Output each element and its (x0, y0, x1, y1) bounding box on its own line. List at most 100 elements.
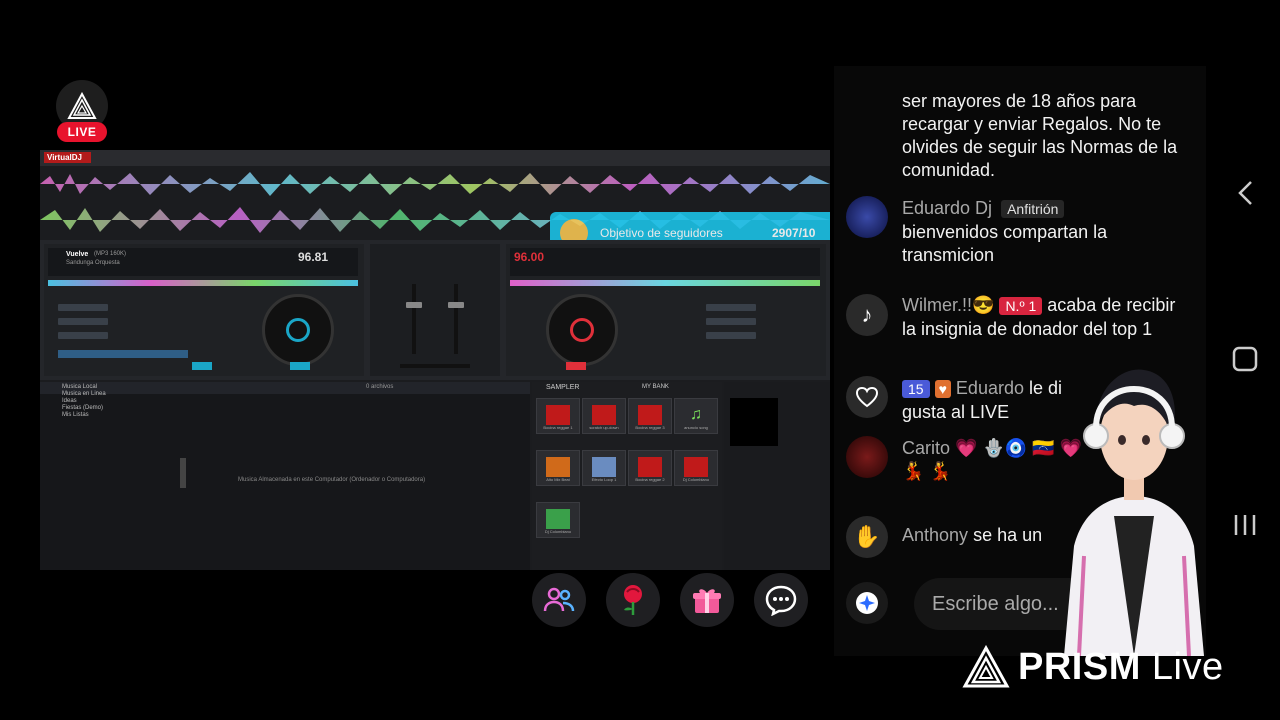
dj-app-window: VirtualDJ Objetivo de seguidores 2907/10… (40, 150, 830, 570)
avatar[interactable] (846, 436, 888, 478)
tree-item[interactable]: Fiestas (Demo) (62, 405, 106, 412)
deck-left-artist: Sandunga Orquesta (66, 260, 120, 266)
chat-message: Wilmer.!!😎 N.º 1 acaba de recibir la ins… (902, 294, 1192, 341)
sampler-pad[interactable]: Dj Colombiano (536, 502, 580, 538)
deck-left-play-button[interactable] (290, 362, 310, 370)
chat-message-text: gusta al LIVE (902, 402, 1010, 422)
channel-fader-right[interactable] (454, 284, 458, 354)
gift-icon (693, 589, 721, 613)
system-notice: ser mayores de 18 años para recargar y e… (902, 91, 1178, 180)
deck-left-control[interactable] (58, 332, 108, 339)
chat-username[interactable]: Carito (902, 438, 950, 458)
level-badge: 15 (902, 380, 930, 398)
deck-left-info: Vuelve (MP3 160K) Sandunga Orquesta 96.8… (48, 248, 358, 276)
deck-right-bpm: 96.00 (514, 250, 545, 264)
deck-left-hotcues[interactable] (58, 350, 188, 358)
follower-goal-label: Objetivo de seguidores (600, 226, 723, 240)
chat-username[interactable]: Eduardo Dj (902, 198, 992, 218)
deck-left-control[interactable] (58, 318, 108, 325)
mixer (370, 244, 500, 376)
deck-right-control[interactable] (706, 304, 756, 311)
channel-fader-right-knob[interactable] (448, 302, 464, 308)
chat-message-text: 💃 💃 (902, 461, 952, 481)
deck-right: 96.00 (506, 244, 826, 376)
deck-left-overview (48, 280, 358, 286)
prism-logo-icon (962, 645, 1010, 688)
deck-left-jog-wheel[interactable] (262, 294, 334, 366)
users-icon (543, 587, 575, 612)
prism-live-watermark: PRISM Live (962, 640, 1224, 694)
sampler-pad[interactable]: Dj Colombiano (674, 450, 718, 486)
browser-empty-message: Musica Almacenada en este Computador (Or… (238, 477, 426, 483)
deck-left-cue-button[interactable] (192, 362, 212, 370)
live-chat-panel: ser mayores de 18 años para recargar y e… (834, 66, 1206, 656)
home-icon[interactable] (1232, 346, 1258, 372)
file-browser: 0 archivos Musica Local Musica en Linea … (40, 382, 530, 570)
deck-right-control[interactable] (706, 318, 756, 325)
crossfader[interactable] (400, 364, 470, 368)
browser-search-bar[interactable]: 0 archivos (40, 382, 530, 394)
live-badge: LIVE (57, 122, 107, 142)
browser-tree: Musica Local Musica en Linea Ideas Fiest… (62, 384, 106, 419)
deck-right-info: 96.00 (510, 248, 820, 276)
deck-right-jog-wheel[interactable] (546, 294, 618, 366)
deck-left-bpm: 96.81 (298, 250, 329, 264)
deck-left-control[interactable] (58, 304, 108, 311)
wave-hand-icon: ✋ (846, 516, 888, 558)
browser-results-count: 0 archivos (366, 384, 394, 390)
tree-item[interactable]: Ideas (62, 398, 106, 405)
tree-item[interactable]: Mis Listas (62, 412, 106, 419)
streamer-avatar-illustration (1064, 369, 1204, 656)
tree-item[interactable]: Musica Local (62, 384, 106, 391)
gift-button[interactable] (680, 573, 734, 627)
sampler-panel: SAMPLER MY BANK Bocina reggae 1 scratch … (532, 382, 722, 570)
info-side-panel (724, 382, 830, 570)
dj-titlebar: VirtualDJ (40, 150, 830, 166)
deck-left-jog-hub (286, 318, 310, 342)
chat-message: Eduardo Dj Anfitrión bienvenidos compart… (902, 197, 1192, 267)
dj-logo: VirtualDJ (44, 152, 91, 163)
top-donor-badge: N.º 1 (999, 297, 1043, 315)
guests-button[interactable] (532, 573, 586, 627)
browser-splitter[interactable] (180, 458, 186, 488)
deck-right-control[interactable] (706, 332, 756, 339)
sampler-header: SAMPLER (546, 384, 580, 391)
deck-left: Vuelve (MP3 160K) Sandunga Orquesta 96.8… (44, 244, 364, 376)
back-icon[interactable] (1236, 180, 1256, 206)
chat-username[interactable]: Eduardo (956, 378, 1024, 398)
tiktok-icon: ♪ (846, 294, 888, 336)
deck-right-play-button[interactable] (566, 362, 586, 370)
recent-apps-icon[interactable] (1232, 512, 1258, 538)
channel-fader-left-knob[interactable] (406, 302, 422, 308)
rose-icon (624, 585, 642, 615)
deck-area: Vuelve (MP3 160K) Sandunga Orquesta 96.8… (40, 240, 830, 380)
avatar[interactable] (846, 196, 888, 238)
sampler-bank[interactable]: MY BANK (642, 384, 669, 390)
fan-heart-icon: ♥ (934, 380, 951, 398)
tree-item[interactable]: Musica en Linea (62, 391, 106, 398)
sampler-pad[interactable]: Alto Mix Beat (536, 450, 580, 486)
host-badge: Anfitrión (1001, 200, 1065, 218)
deck-left-format: (MP3 160K) (94, 251, 127, 257)
waveform-top (40, 172, 830, 196)
chat-bubble-icon (765, 585, 797, 616)
chat-message-text: bienvenidos compartan la transmicion (902, 222, 1108, 265)
chat-message-text: se ha un (973, 525, 1043, 545)
sampler-pad[interactable]: ♫ anuncio song (674, 398, 718, 434)
deck-right-jog-hub (570, 318, 594, 342)
sampler-pad[interactable]: Efecto Loop 1 (582, 450, 626, 486)
sampler-pad[interactable]: Bocina reggae 3 (628, 398, 672, 434)
heart-icon (846, 376, 888, 418)
sampler-pad[interactable]: Bocina reggae 2 (628, 450, 672, 486)
sparkle-icon[interactable] (846, 582, 888, 624)
comment-button[interactable] (754, 573, 808, 627)
rose-button[interactable] (606, 573, 660, 627)
sampler-pad[interactable]: scratch up-down (582, 398, 626, 434)
cover-art (730, 398, 778, 446)
sampler-pad[interactable]: Bocina reggae 1 (536, 398, 580, 434)
deck-right-overview (510, 280, 820, 286)
channel-fader-left[interactable] (412, 284, 416, 354)
chat-username[interactable]: Anthony (902, 525, 968, 545)
chat-username[interactable]: Wilmer.!!😎 (902, 295, 994, 315)
follower-goal-progress: 2907/10 (772, 226, 816, 240)
